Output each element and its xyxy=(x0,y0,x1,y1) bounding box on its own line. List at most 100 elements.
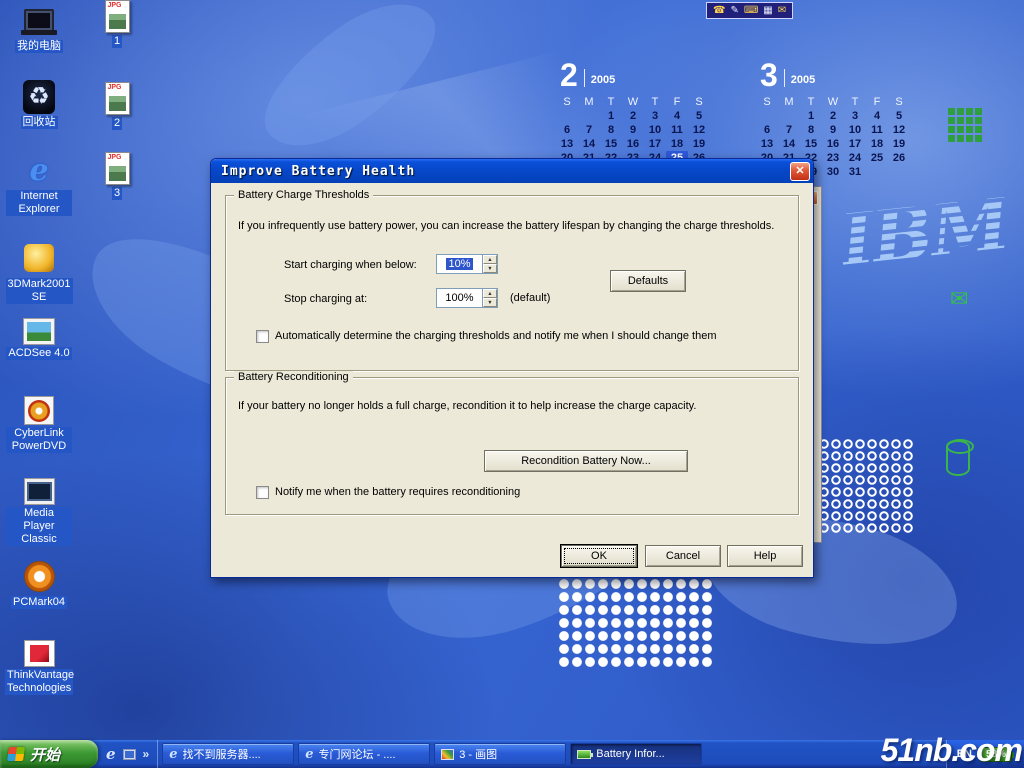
cancel-button[interactable]: Cancel xyxy=(645,545,721,567)
calendar-day: 31 xyxy=(844,165,866,179)
taskbar: 开始 e » e 找不到服务器.... e 专门网论坛 - .... 3 - 画… xyxy=(0,740,1024,768)
icon-label: PCMark04 xyxy=(11,596,67,609)
calendar-day: 14 xyxy=(778,137,800,151)
spin-down-button[interactable]: ▼ xyxy=(483,264,497,273)
reconditioning-description: If your battery no longer holds a full c… xyxy=(238,400,790,412)
weekday-label: W xyxy=(622,96,644,109)
toolbar-icon[interactable]: ✎ xyxy=(730,6,738,16)
calendar-day: 25 xyxy=(866,151,888,165)
internet-explorer-icon: e xyxy=(29,152,48,188)
stop-charging-value[interactable]: 100% xyxy=(443,292,475,304)
windows-logo-icon xyxy=(7,747,25,761)
auto-determine-label: Automatically determine the charging thr… xyxy=(275,330,716,343)
dialog-titlebar[interactable]: Improve Battery Health ✕ xyxy=(211,159,813,183)
powerdvd-icon xyxy=(24,396,54,425)
taskbar-button-paint[interactable]: 3 - 画图 xyxy=(434,743,566,765)
desktop-icon-powerdvd[interactable]: CyberLink PowerDVD xyxy=(6,396,72,453)
auto-determine-checkbox[interactable] xyxy=(256,330,269,343)
calendar-day: 12 xyxy=(888,123,910,137)
thresholds-description: If you infrequently use battery power, y… xyxy=(238,220,790,232)
spin-up-button[interactable]: ▲ xyxy=(483,255,497,264)
dialog-title: Improve Battery Health xyxy=(211,164,790,179)
desktop-icon-recycle-bin[interactable]: ♻ 回收站 xyxy=(6,80,72,129)
taskbar-button-server-not-found[interactable]: e 找不到服务器.... xyxy=(162,743,294,765)
quick-launch-ie-icon[interactable]: e xyxy=(106,745,116,763)
calendar-month-number: 2 xyxy=(560,60,578,90)
calendar-year: 2005 xyxy=(791,74,815,86)
calendar-day: 9 xyxy=(622,123,644,137)
weekday-label: S xyxy=(688,96,710,109)
icon-label: 2 xyxy=(112,117,122,130)
calendar-day: 19 xyxy=(888,137,910,151)
calendar-day xyxy=(778,109,800,123)
notify-reconditioning-label: Notify me when the battery requires reco… xyxy=(275,486,520,499)
start-charging-value[interactable]: 10% xyxy=(446,258,472,270)
media-player-classic-icon xyxy=(24,478,55,505)
improve-battery-health-dialog: Improve Battery Health ✕ Battery Charge … xyxy=(210,158,814,578)
icon-label: CyberLink PowerDVD xyxy=(6,427,72,453)
calendar-day: 17 xyxy=(844,137,866,151)
weekday-label: T xyxy=(800,96,822,109)
desktop-icon-my-computer[interactable]: 我的电脑 xyxy=(6,2,72,53)
weekday-label: M xyxy=(778,96,800,109)
show-desktop-icon[interactable] xyxy=(123,749,136,760)
notify-reconditioning-row: Notify me when the battery requires reco… xyxy=(256,486,786,499)
up-arrow-icon: ▲ xyxy=(487,291,492,296)
start-label: 开始 xyxy=(30,744,60,765)
calendar-day: 7 xyxy=(578,123,600,137)
calendar-day: 6 xyxy=(756,123,778,137)
calendar-divider xyxy=(584,69,585,87)
desktop-icon-thinkvantage[interactable]: ThinkVantage Technologies xyxy=(6,640,72,695)
spin-up-button[interactable]: ▲ xyxy=(483,289,497,298)
close-button[interactable]: ✕ xyxy=(790,162,810,181)
spinner-buttons: ▲ ▼ xyxy=(482,255,497,273)
defaults-button[interactable]: Defaults xyxy=(610,270,686,292)
toolbar-icon[interactable]: ▦ xyxy=(763,6,772,16)
icon-label: 3DMark2001 SE xyxy=(6,278,73,304)
toolbar-icon[interactable]: ⌨ xyxy=(744,6,758,16)
desktop-icon-acdsee[interactable]: ACDSee 4.0 xyxy=(6,318,72,360)
chevron-icon[interactable]: » xyxy=(143,747,150,761)
floating-toolbar[interactable]: ☎ ✎ ⌨ ▦ ✉ xyxy=(706,2,793,19)
desktop-icon-pcmark04[interactable]: PCMark04 xyxy=(6,558,72,609)
jpg-file-icon: JPG xyxy=(105,152,130,185)
weekday-label: T xyxy=(644,96,666,109)
stop-charging-spinner[interactable]: 100% ▲ ▼ xyxy=(436,288,498,308)
desktop-icon-jpg-3[interactable]: JPG 3 xyxy=(84,152,150,200)
up-arrow-icon: ▲ xyxy=(487,257,492,262)
group-title: Battery Reconditioning xyxy=(234,371,353,383)
start-button[interactable]: 开始 xyxy=(0,740,98,768)
calendar-day: 8 xyxy=(600,123,622,137)
desktop-icon-jpg-2[interactable]: JPG 2 xyxy=(84,82,150,130)
spin-down-button[interactable]: ▼ xyxy=(483,298,497,307)
watermark: 51nb.com xyxy=(881,732,1022,768)
desktop-icon-media-player-classic[interactable]: Media Player Classic xyxy=(6,478,72,546)
start-charging-spinner[interactable]: 10% ▲ ▼ xyxy=(436,254,498,274)
calendar-day: 4 xyxy=(866,109,888,123)
calendar-day: 4 xyxy=(666,109,688,123)
taskbar-button-forum[interactable]: e 专门网论坛 - .... xyxy=(298,743,430,765)
ok-button[interactable]: OK xyxy=(561,545,637,567)
recondition-battery-button[interactable]: Recondition Battery Now... xyxy=(484,450,688,472)
weekday-label: S xyxy=(756,96,778,109)
calendar-day: 11 xyxy=(866,123,888,137)
calendar-day: 11 xyxy=(666,123,688,137)
desktop-icon-internet-explorer[interactable]: e Internet Explorer xyxy=(6,152,72,216)
calendar-day: 15 xyxy=(600,137,622,151)
desktop-icon-jpg-1[interactable]: JPG 1 xyxy=(84,0,150,48)
calendar-day xyxy=(866,165,888,179)
toolbar-icon[interactable]: ☎ xyxy=(713,6,725,16)
calendar-day: 19 xyxy=(688,137,710,151)
calendar-weekday-row: SMTWTFS xyxy=(556,96,712,109)
taskbar-button-battery-information[interactable]: Battery Infor... xyxy=(570,743,702,765)
notify-reconditioning-checkbox[interactable] xyxy=(256,486,269,499)
toolbar-icon[interactable]: ✉ xyxy=(778,6,786,16)
jpg-badge: JPG xyxy=(108,84,122,91)
desktop-icon-3dmark2001[interactable]: 3DMark2001 SE xyxy=(6,240,72,304)
calendar-day: 3 xyxy=(844,109,866,123)
calendar-day: 17 xyxy=(644,137,666,151)
help-button[interactable]: Help xyxy=(727,545,803,567)
calendar-day: 13 xyxy=(756,137,778,151)
green-grid-decoration xyxy=(948,108,955,115)
calendar-day: 26 xyxy=(888,151,910,165)
